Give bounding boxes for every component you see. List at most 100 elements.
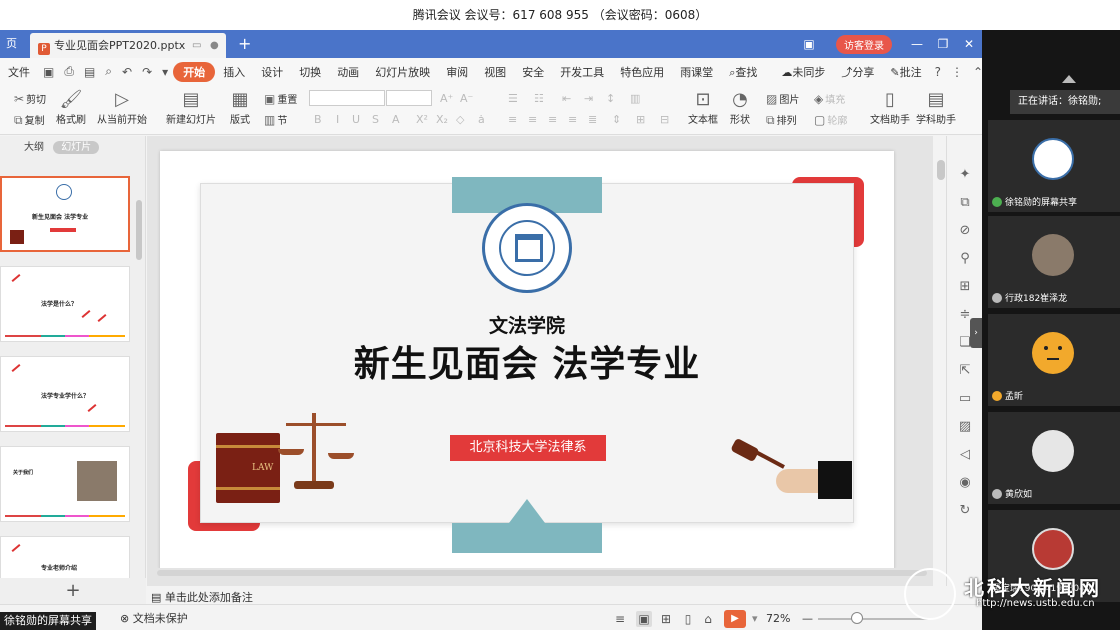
audio-icon[interactable]: ◁ bbox=[956, 446, 974, 464]
close-icon[interactable]: ✕ bbox=[956, 37, 982, 51]
menu-animation[interactable]: 动画 bbox=[329, 64, 367, 80]
scroll-thumb[interactable] bbox=[937, 160, 945, 180]
align-text-icon[interactable]: ⊞ bbox=[636, 113, 645, 126]
tab-slides[interactable]: 幻灯片 bbox=[53, 141, 100, 154]
zoom-out-icon[interactable]: — bbox=[802, 605, 813, 630]
cut-button[interactable]: ✂ 剪切 bbox=[14, 91, 46, 106]
slide-thumbnail[interactable]: 新生见面会 法学专业 bbox=[0, 176, 130, 252]
scroll-up-icon[interactable] bbox=[1062, 75, 1076, 83]
shape-button[interactable]: ◔ 形状 bbox=[730, 89, 750, 126]
link-icon[interactable]: ⊘ bbox=[956, 222, 974, 240]
sorter-view-icon[interactable]: ⊞ bbox=[658, 611, 674, 627]
distribute-icon[interactable]: ≣ bbox=[588, 113, 597, 126]
line-spacing-icon[interactable]: ↕ bbox=[606, 92, 615, 105]
box-icon[interactable]: ▭ bbox=[956, 390, 974, 408]
presenter-icon[interactable]: ⌂ bbox=[700, 611, 716, 627]
history-icon[interactable]: ↻ bbox=[956, 502, 974, 520]
thumbnail-scrollbar[interactable] bbox=[136, 200, 142, 260]
subscript-icon[interactable]: X₂ bbox=[436, 113, 448, 126]
slide-thumbnail[interactable]: 关于我们 bbox=[0, 446, 130, 522]
transform-icon[interactable]: ⧉ bbox=[956, 194, 974, 212]
participant-tile[interactable]: 黄欣如 bbox=[988, 412, 1120, 504]
collapse-panel-icon[interactable]: › bbox=[970, 318, 982, 348]
tab-pin-icon[interactable]: ▭ bbox=[192, 33, 201, 58]
shrink-font-icon[interactable]: A⁻ bbox=[460, 92, 473, 105]
clear-format-icon[interactable]: ◇ bbox=[456, 113, 464, 126]
underline-icon[interactable]: U bbox=[352, 113, 360, 126]
help-icon[interactable]: ? bbox=[930, 65, 946, 79]
justify-icon[interactable]: ≡ bbox=[568, 113, 577, 126]
new-tab-button[interactable]: + bbox=[238, 30, 251, 58]
superscript-icon[interactable]: X² bbox=[416, 113, 428, 126]
participant-tile[interactable]: 徐铭勋的屏幕共享 bbox=[988, 120, 1120, 212]
italic-icon[interactable]: I bbox=[336, 113, 339, 126]
magic-icon[interactable]: ✦ bbox=[956, 166, 974, 184]
reset-button[interactable]: ▣ 重置 bbox=[264, 91, 297, 106]
menu-file[interactable]: 文件 bbox=[0, 64, 38, 80]
add-slide-button[interactable]: + bbox=[0, 578, 146, 604]
menu-slideshow[interactable]: 幻灯片放映 bbox=[367, 64, 438, 80]
print-icon[interactable]: ⎙ bbox=[59, 64, 79, 79]
font-size-select[interactable] bbox=[386, 90, 432, 106]
indent-increase-icon[interactable]: ⇥ bbox=[584, 92, 593, 105]
slide-thumbnail[interactable]: 法学是什么？ bbox=[0, 266, 130, 342]
bullet-list-icon[interactable]: ☰ bbox=[508, 92, 518, 105]
search-button[interactable]: ⌕查找 bbox=[721, 64, 765, 80]
slide[interactable]: 文法学院 新生见面会 法学专业 北京科技大学法律系 LAW bbox=[160, 151, 894, 570]
annotate-button[interactable]: ✎批注 bbox=[882, 64, 929, 80]
menu-security[interactable]: 安全 bbox=[514, 64, 552, 80]
char-spacing-icon[interactable]: ȧ bbox=[478, 113, 485, 126]
restore-icon[interactable]: ❐ bbox=[930, 37, 956, 51]
preview-icon[interactable]: ⌕ bbox=[100, 64, 117, 79]
bold-icon[interactable]: B bbox=[314, 113, 322, 126]
slide-thumbnail[interactable]: 法学专业学什么？ bbox=[0, 356, 130, 432]
menu-transition[interactable]: 切换 bbox=[291, 64, 329, 80]
study-helper-button[interactable]: ▤ 学科助手 bbox=[916, 89, 956, 126]
mark-icon[interactable]: ◉ bbox=[956, 474, 974, 492]
outline-button[interactable]: ▢ 轮廓 bbox=[814, 112, 847, 127]
menu-view[interactable]: 视图 bbox=[476, 64, 514, 80]
smartart-icon[interactable]: ⊟ bbox=[660, 113, 669, 126]
zoom-level[interactable]: 72% bbox=[766, 605, 790, 630]
save-icon[interactable]: ▣ bbox=[38, 65, 59, 79]
copy-button[interactable]: ⧉ 复制 bbox=[14, 112, 45, 128]
columns-icon[interactable]: ▥ bbox=[630, 92, 640, 105]
strikethrough-icon[interactable]: S bbox=[372, 113, 379, 126]
canvas-horizontal-scrollbar[interactable] bbox=[147, 568, 933, 578]
quick-access-more-icon[interactable]: ▾ bbox=[157, 65, 173, 79]
export-icon[interactable]: ▤ bbox=[79, 65, 100, 79]
tab-outline[interactable]: 大纲 bbox=[24, 142, 44, 153]
menu-review[interactable]: 审阅 bbox=[438, 64, 476, 80]
text-direction-icon[interactable]: ⇕ bbox=[612, 113, 621, 126]
zoom-slider-knob[interactable] bbox=[851, 612, 863, 624]
play-dropdown-icon[interactable]: ▾ bbox=[752, 605, 758, 630]
participant-tile[interactable]: 孟昕 bbox=[988, 314, 1120, 406]
align-left-icon[interactable]: ≡ bbox=[508, 113, 517, 126]
numbered-list-icon[interactable]: ☷ bbox=[534, 92, 544, 105]
play-slideshow-button[interactable]: ▶ bbox=[724, 610, 746, 628]
new-slide-button[interactable]: ▤ 新建幻灯片 bbox=[166, 89, 216, 126]
tab-close-icon[interactable]: ● bbox=[210, 33, 219, 58]
menu-developer[interactable]: 开发工具 bbox=[552, 64, 612, 80]
collapse-ribbon-icon[interactable]: ⌃ bbox=[968, 65, 982, 79]
font-color-icon[interactable]: A bbox=[392, 113, 400, 126]
scroll-track[interactable] bbox=[157, 570, 927, 576]
visitor-login-button[interactable]: 访客登录 bbox=[836, 34, 892, 54]
doc-helper-button[interactable]: ▯ 文档助手 bbox=[870, 89, 910, 126]
share-button[interactable]: ⤴分享 bbox=[833, 64, 882, 80]
reading-view-icon[interactable]: ▯ bbox=[680, 611, 696, 627]
normal-view-icon[interactable]: ▣ bbox=[636, 611, 652, 627]
section-button[interactable]: ▥ 节 bbox=[264, 112, 287, 127]
menu-rain-classroom[interactable]: 雨课堂 bbox=[672, 64, 721, 80]
indent-decrease-icon[interactable]: ⇤ bbox=[562, 92, 571, 105]
tab-document[interactable]: P 专业见面会PPT2020.pptx ▭ ● bbox=[30, 33, 226, 58]
fill-button[interactable]: ◈ 填充 bbox=[814, 91, 845, 106]
tab-home[interactable]: 页 bbox=[0, 30, 23, 58]
grow-font-icon[interactable]: A⁺ bbox=[440, 92, 453, 105]
undo-icon[interactable]: ↶ bbox=[117, 65, 137, 79]
doc-protection-status[interactable]: ⊗ 文档未保护 bbox=[120, 605, 188, 630]
align-right-icon[interactable]: ≡ bbox=[548, 113, 557, 126]
play-from-current-button[interactable]: ▷ 从当前开始 bbox=[97, 89, 147, 126]
menu-design[interactable]: 设计 bbox=[253, 64, 291, 80]
grid-icon[interactable]: ⊞ bbox=[956, 278, 974, 296]
